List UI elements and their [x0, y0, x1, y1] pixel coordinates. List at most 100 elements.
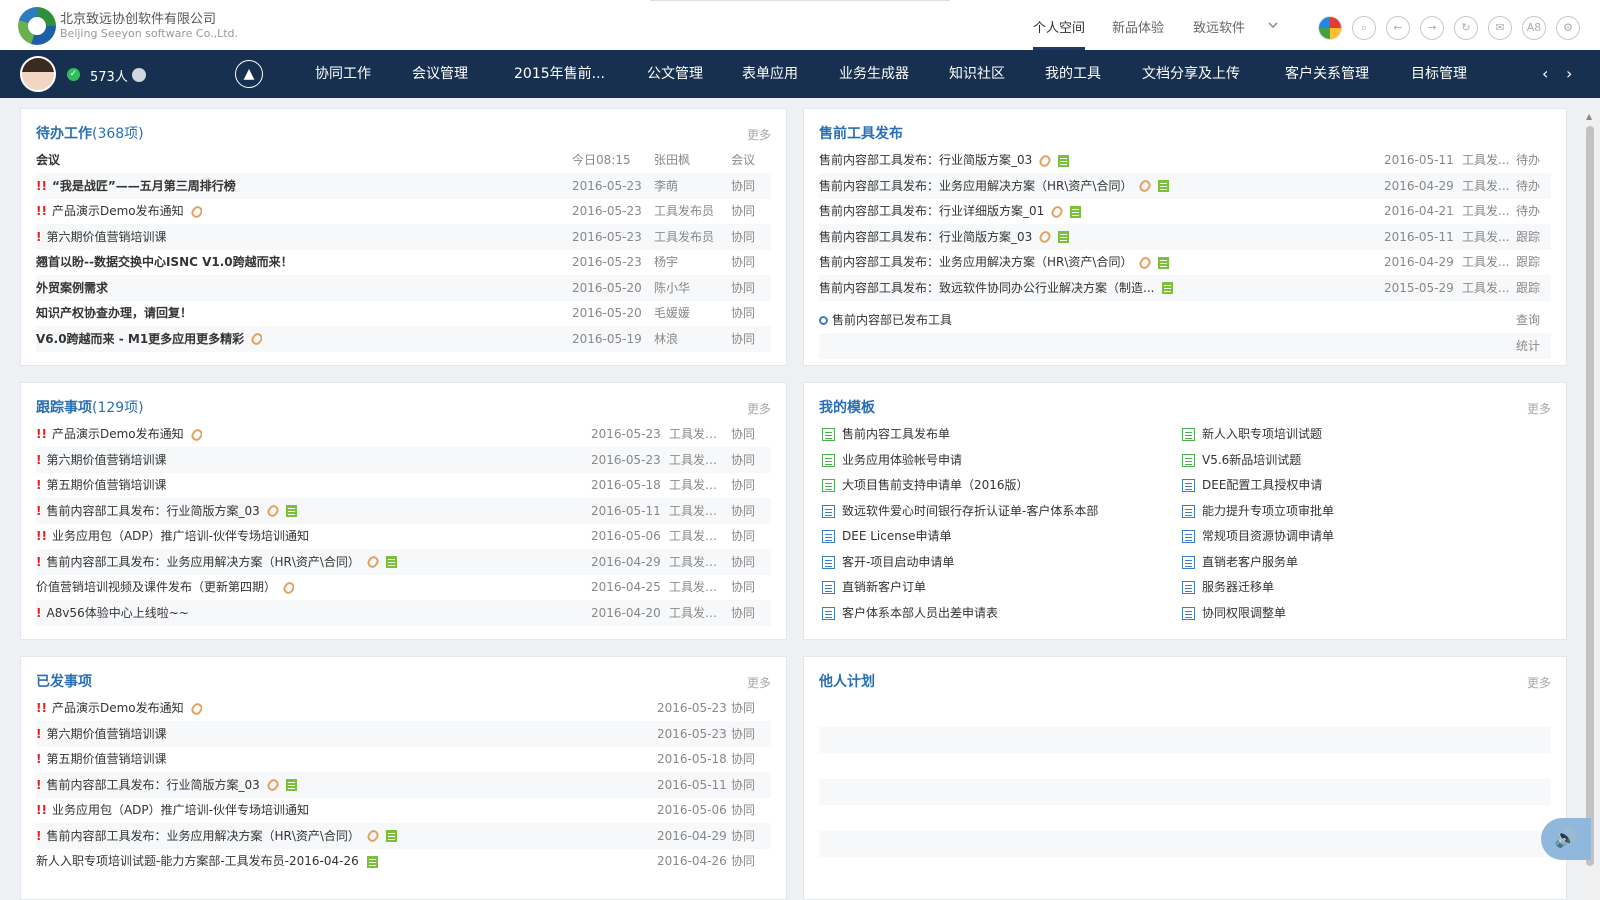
- avatar[interactable]: [20, 56, 56, 92]
- presale-search-label[interactable]: 售前内容部已发布工具: [832, 313, 952, 327]
- template-label[interactable]: DEE配置工具授权申请: [1202, 478, 1322, 492]
- item-title[interactable]: 售前内容部工具发布：行业简版方案_03: [819, 153, 1032, 167]
- template-label[interactable]: 直销老客户服务单: [1202, 555, 1298, 569]
- nav-crm[interactable]: 客户关系管理: [1285, 50, 1369, 98]
- item-title[interactable]: 第五期价值营销培训课: [46, 752, 166, 766]
- template-item[interactable]: DEE配置工具授权申请: [1182, 472, 1322, 498]
- nav-next-icon[interactable]: ›: [1566, 64, 1572, 83]
- template-label[interactable]: 常规项目资源协调申请单: [1202, 529, 1334, 543]
- item-title[interactable]: 产品演示Demo发布通知: [52, 204, 184, 218]
- template-item[interactable]: 大项目售前支持申请单（2016版）: [822, 472, 1029, 498]
- template-item[interactable]: 服务器迁移单: [1182, 574, 1274, 600]
- online-count[interactable]: 573人: [90, 66, 128, 85]
- item-title[interactable]: “我是战匠”——五月第三周排行榜: [52, 179, 236, 193]
- templates-title[interactable]: 我的模板: [819, 397, 875, 417]
- refresh-icon[interactable]: ↻: [1454, 16, 1478, 40]
- template-item[interactable]: 能力提升专项立项审批单: [1182, 498, 1334, 524]
- back-icon[interactable]: ←: [1386, 16, 1410, 40]
- item-title[interactable]: 售前内容部工具发布：行业简版方案_03: [46, 504, 259, 518]
- speaker-icon[interactable]: 🔊: [1541, 818, 1591, 860]
- sent-title[interactable]: 已发事项: [36, 671, 92, 691]
- page-scrollbar[interactable]: ▲: [1584, 110, 1596, 900]
- chevron-down-icon[interactable]: [1268, 20, 1278, 30]
- template-label[interactable]: 服务器迁移单: [1202, 580, 1274, 594]
- others-plan-more-link[interactable]: 更多: [1527, 674, 1551, 691]
- nav-knowledge[interactable]: 知识社区: [949, 50, 1005, 98]
- list-item[interactable]: 售前内容部工具发布：行业详细版方案_01 2016-04-21 工具发... 待办: [819, 198, 1553, 224]
- template-item[interactable]: 业务应用体验帐号申请: [822, 447, 962, 473]
- presale-query-link[interactable]: 查询: [1516, 307, 1540, 333]
- nav-collaboration[interactable]: 协同工作: [315, 50, 371, 98]
- template-item[interactable]: 直销新客户订单: [822, 574, 926, 600]
- item-title[interactable]: 售前内容部工具发布：致远软件协同办公行业解决方案（制造...: [819, 281, 1154, 295]
- tracking-title[interactable]: 跟踪事项(129项): [36, 397, 144, 417]
- list-item[interactable]: ! 售前内容部工具发布：行业简版方案_03 2016-05-11 工具发布... 协同: [36, 498, 773, 524]
- a8-icon[interactable]: A8: [1522, 16, 1546, 40]
- item-title[interactable]: 产品演示Demo发布通知: [52, 701, 184, 715]
- item-title[interactable]: 售前内容部工具发布：业务应用解决方案（HR\资产\合同）: [819, 255, 1132, 269]
- list-item[interactable]: !! 产品演示Demo发布通知 2016-05-23 工具发布... 协同: [36, 421, 773, 447]
- template-label[interactable]: 大项目售前支持申请单（2016版）: [842, 478, 1029, 492]
- gear-icon[interactable]: ⚙: [1556, 16, 1580, 40]
- sent-more-link[interactable]: 更多: [747, 674, 771, 691]
- item-title[interactable]: 价值营销培训视频及课件发布（更新第四期）: [36, 580, 276, 594]
- item-title[interactable]: 外贸案例需求: [36, 281, 108, 295]
- template-item[interactable]: 常规项目资源协调申请单: [1182, 523, 1334, 549]
- nav-2015-presale[interactable]: 2015年售前...: [514, 50, 605, 98]
- list-item[interactable]: ! 第五期价值营销培训课 2016-05-18 工具发布... 协同: [36, 472, 773, 498]
- list-item[interactable]: ! 售前内容部工具发布：业务应用解决方案（HR\资产\合同） 2016-04-29 工…: [36, 549, 773, 575]
- nav-meeting[interactable]: 会议管理: [412, 50, 468, 98]
- tab-seeyon-software[interactable]: 致远软件: [1193, 0, 1245, 50]
- search-icon[interactable]: ⌕: [1352, 16, 1376, 40]
- list-item[interactable]: ! A8v56体验中心上线啦~~ 2016-04-20 工具发布... 协同: [36, 600, 773, 626]
- home-icon[interactable]: ▲: [235, 60, 263, 88]
- item-title[interactable]: 售前内容部工具发布：行业简版方案_03: [819, 230, 1032, 244]
- template-label[interactable]: V5.6新品培训试题: [1202, 453, 1301, 467]
- template-label[interactable]: 客开-项目启动申请单: [842, 555, 954, 569]
- tab-personal-space[interactable]: 个人空间: [1033, 0, 1086, 50]
- list-item[interactable]: V6.0跨越而来 - M1更多应用更多精彩 2016-05-19 林浪 协同: [36, 326, 773, 352]
- list-item[interactable]: 会议 今日08:15 张田枫 会议: [36, 147, 773, 173]
- nav-form-apps[interactable]: 表单应用: [742, 50, 798, 98]
- list-item[interactable]: 翘首以盼--数据交换中心ISNC V1.0跨越而来！ 2016-05-23 杨宇 协同: [36, 249, 773, 275]
- nav-biz-generator[interactable]: 业务生成器: [839, 50, 909, 98]
- template-label[interactable]: 客户体系本部人员出差申请表: [842, 606, 998, 620]
- list-item[interactable]: !! 产品演示Demo发布通知 2016-05-23 协同: [36, 695, 773, 721]
- mail-icon[interactable]: ✉: [1488, 16, 1512, 40]
- template-item[interactable]: 客开-项目启动申请单: [822, 549, 954, 575]
- template-item[interactable]: 直销老客户服务单: [1182, 549, 1298, 575]
- templates-more-link[interactable]: 更多: [1527, 400, 1551, 417]
- tab-new-products[interactable]: 新品体验: [1112, 0, 1164, 50]
- template-item[interactable]: 新人入职专项培训试题: [1182, 421, 1322, 447]
- list-item[interactable]: 售前内容部工具发布：行业简版方案_03 2016-05-11 工具发... 跟踪: [819, 224, 1553, 250]
- list-item[interactable]: ! 售前内容部工具发布：业务应用解决方案（HR\资产\合同） 2016-04-29 协…: [36, 823, 773, 849]
- list-item[interactable]: 价值营销培训视频及课件发布（更新第四期） 2016-04-25 工具发布... 协同: [36, 574, 773, 600]
- item-title[interactable]: 第五期价值营销培训课: [46, 478, 166, 492]
- list-item[interactable]: !! “我是战匠”——五月第三周排行榜 2016-05-23 李萌 协同: [36, 173, 773, 199]
- nav-official-docs[interactable]: 公文管理: [647, 50, 703, 98]
- others-plan-title[interactable]: 他人计划: [819, 671, 875, 691]
- list-item[interactable]: 外贸案例需求 2016-05-20 陈小华 协同: [36, 275, 773, 301]
- presale-stats-link[interactable]: 统计: [1516, 333, 1540, 359]
- item-title[interactable]: 售前内容部工具发布：行业简版方案_03: [46, 778, 259, 792]
- item-title[interactable]: 知识产权协查办理，请回复！: [36, 306, 192, 320]
- template-item[interactable]: V5.6新品培训试题: [1182, 447, 1301, 473]
- list-item[interactable]: 新人入职专项培训试题-能力方案部-工具发布员-2016-04-26 2016-04…: [36, 848, 773, 874]
- item-title[interactable]: 产品演示Demo发布通知: [52, 427, 184, 441]
- list-item[interactable]: ! 第六期价值营销培训课 2016-05-23 工具发布... 协同: [36, 447, 773, 473]
- list-item[interactable]: ! 第五期价值营销培训课 2016-05-18 协同: [36, 746, 773, 772]
- scroll-thumb[interactable]: [1586, 126, 1594, 866]
- item-title[interactable]: 售前内容部工具发布：业务应用解决方案（HR\资产\合同）: [46, 829, 359, 843]
- item-title[interactable]: 第六期价值营销培训课: [46, 453, 166, 467]
- list-item[interactable]: 售前内容部工具发布：业务应用解决方案（HR\资产\合同） 2016-04-29 工具…: [819, 249, 1553, 275]
- list-item[interactable]: ! 售前内容部工具发布：行业简版方案_03 2016-05-11 协同: [36, 772, 773, 798]
- color-wheel-icon[interactable]: [1318, 16, 1342, 40]
- item-title[interactable]: 第六期价值营销培训课: [46, 727, 166, 741]
- item-title[interactable]: 第六期价值营销培训课: [46, 230, 166, 244]
- list-item[interactable]: 知识产权协查办理，请回复！ 2016-05-20 毛媛媛 协同: [36, 300, 773, 326]
- list-item[interactable]: ! 第六期价值营销培训课 2016-05-23 工具发布员 协同: [36, 224, 773, 250]
- item-title[interactable]: 售前内容部工具发布：业务应用解决方案（HR\资产\合同）: [819, 179, 1132, 193]
- nav-prev-icon[interactable]: ‹: [1542, 64, 1548, 83]
- nav-goals[interactable]: 目标管理: [1411, 50, 1467, 98]
- template-item[interactable]: 客户体系本部人员出差申请表: [822, 600, 998, 626]
